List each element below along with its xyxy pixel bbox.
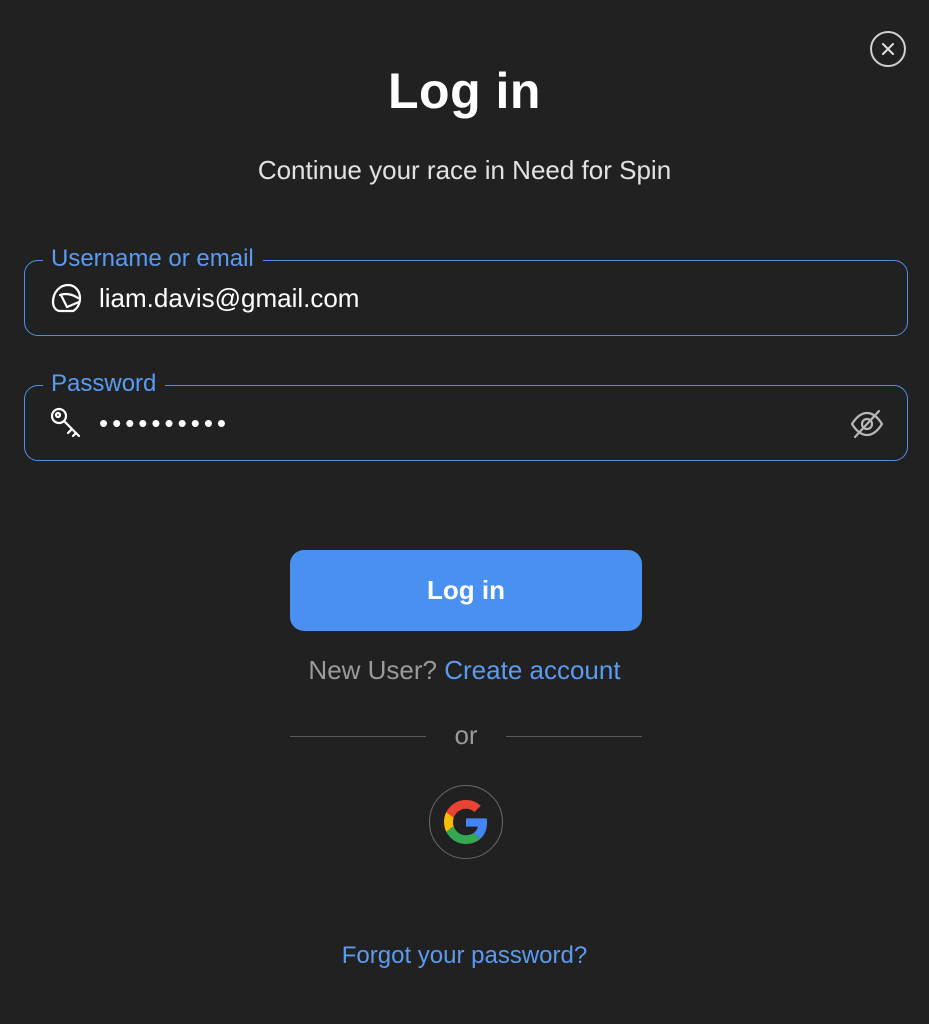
- username-label: Username or email: [43, 244, 263, 274]
- helmet-icon: [47, 279, 85, 317]
- divider-line-right: [506, 736, 642, 737]
- username-field[interactable]: Username or email: [24, 244, 908, 336]
- login-button[interactable]: Log in: [290, 550, 642, 631]
- or-divider: or: [290, 720, 642, 754]
- google-login-button[interactable]: [429, 785, 503, 859]
- password-input[interactable]: [99, 400, 839, 446]
- signup-row: New User? Create account: [0, 655, 929, 686]
- google-icon: [444, 800, 488, 844]
- password-field[interactable]: Password: [24, 369, 908, 461]
- password-label: Password: [43, 369, 166, 399]
- key-icon: [47, 404, 85, 442]
- create-account-link[interactable]: Create account: [444, 655, 620, 685]
- forgot-password-link[interactable]: Forgot your password?: [0, 942, 929, 970]
- new-user-text: New User?: [308, 655, 438, 685]
- close-icon: [882, 43, 894, 55]
- page-subtitle: Continue your race in Need for Spin: [257, 155, 672, 185]
- page-title: Log in: [388, 63, 541, 119]
- login-modal: Log in Continue your race in Need for Sp…: [0, 0, 929, 1024]
- eye-off-icon: [850, 409, 884, 439]
- show-password-toggle[interactable]: [847, 404, 887, 444]
- username-input[interactable]: [99, 275, 839, 321]
